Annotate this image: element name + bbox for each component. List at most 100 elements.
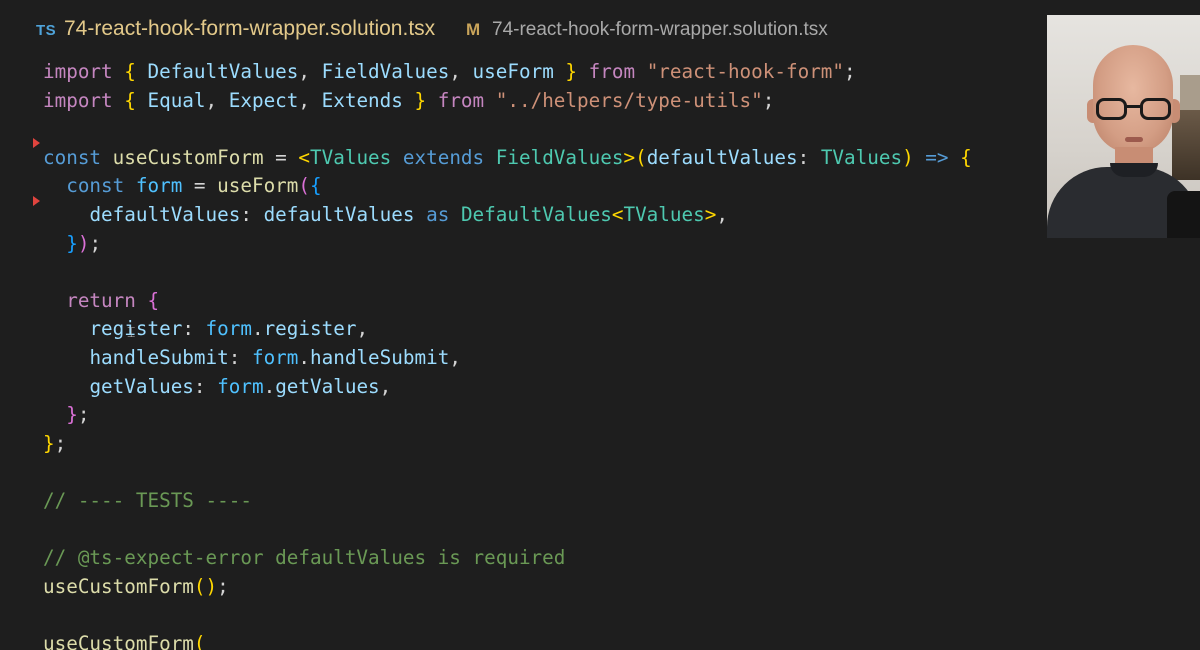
code-token: : (193, 374, 218, 398)
code-token: register (89, 317, 183, 341)
code-token: const (43, 145, 102, 169)
code-line[interactable]: import { DefaultValues, FieldValues, use… (43, 58, 856, 86)
code-token: // @ts-expect-error defaultValues is req… (43, 546, 566, 570)
code-token: useCustomForm (112, 145, 264, 169)
code-token: register (263, 317, 357, 341)
code-line[interactable]: }); (43, 230, 101, 258)
code-token: } (565, 60, 578, 83)
code-token: , (449, 60, 473, 83)
code-token: handleSubmit (310, 346, 450, 369)
code-token: : (240, 203, 264, 226)
code-token: "react-hook-form" (646, 60, 845, 83)
code-token: , (298, 60, 322, 83)
code-token: . (263, 374, 276, 398)
code-token: , (449, 346, 461, 369)
code-line[interactable]: useCustomForm(); (43, 573, 229, 601)
code-token: ) (77, 231, 90, 255)
code-line[interactable]: defaultValues: defaultValues as DefaultV… (43, 201, 728, 229)
code-token: useCustomForm (43, 574, 194, 598)
code-token: : (182, 317, 206, 341)
editor-tab-bar: TS 74-react-hook-form-wrapper.solution.t… (0, 0, 1200, 62)
code-token: "../helpers/type-utils" (495, 88, 763, 112)
code-token: import (43, 60, 113, 83)
code-token: > (623, 145, 636, 169)
code-token: } (414, 88, 427, 112)
code-token: getValues (275, 374, 380, 398)
code-token: ; (89, 231, 102, 255)
code-token: ( (298, 174, 311, 198)
code-token: ; (762, 88, 775, 112)
active-tab-filename[interactable]: 74-react-hook-form-wrapper.solution.tsx (64, 17, 435, 41)
fold-arrow-icon[interactable] (33, 196, 40, 206)
code-token: form (217, 374, 264, 398)
code-token: < (611, 203, 624, 226)
code-token: // ---- TESTS ---- (43, 489, 252, 512)
text-cursor-icon: ⌶ (127, 325, 136, 341)
code-token: useForm (217, 174, 299, 198)
code-token: : (228, 346, 252, 369)
code-token: TValues (310, 145, 392, 169)
code-token: DefaultValues (135, 60, 299, 83)
code-token: ( (193, 632, 206, 650)
code-token: , (716, 203, 728, 226)
code-token: FieldValues (321, 60, 450, 83)
code-token: form (135, 174, 183, 198)
code-line[interactable]: const useCustomForm = <TValues extends F… (43, 144, 972, 172)
code-token: () (193, 574, 218, 598)
code-token: => (913, 145, 961, 169)
code-line[interactable]: getValues: form.getValues, (43, 373, 391, 401)
modified-indicator: M (466, 20, 481, 39)
code-token: useForm (472, 60, 554, 83)
code-token: form (251, 346, 299, 369)
code-line[interactable]: }; (43, 430, 66, 458)
code-token: . (298, 346, 311, 369)
code-token: defaultValues (89, 203, 241, 226)
code-token: TValues (820, 145, 903, 169)
code-token: } (66, 231, 78, 255)
code-token: ; (54, 431, 67, 455)
breadcrumb[interactable]: 74-react-hook-form-wrapper.solution.tsx (492, 19, 828, 41)
code-token: Extends (321, 88, 403, 112)
code-token: from (426, 88, 485, 112)
code-token: { (124, 88, 136, 112)
code-line[interactable]: }; (43, 401, 89, 429)
code-line[interactable]: const form = useForm({ (43, 172, 321, 200)
code-token: defaultValues (263, 203, 415, 226)
code-token: useCustomForm (43, 632, 194, 650)
code-line[interactable]: // @ts-expect-error defaultValues is req… (43, 544, 565, 572)
code-token: = (263, 145, 299, 169)
code-token: ; (844, 60, 856, 83)
code-line[interactable]: register: form.register, (43, 315, 368, 343)
code-token: as (414, 203, 461, 226)
code-token: Equal (135, 88, 206, 112)
code-token: , (356, 317, 369, 341)
code-token: } (66, 403, 78, 427)
code-token: handleSubmit (89, 346, 229, 369)
code-token: > (704, 203, 717, 226)
code-line[interactable]: useCustomForm( (43, 630, 206, 650)
fold-arrow-icon[interactable] (33, 138, 40, 148)
code-editor[interactable]: import { DefaultValues, FieldValues, use… (0, 58, 1200, 650)
code-token: { (147, 288, 160, 312)
code-token: extends (391, 145, 496, 169)
code-token: { (960, 145, 972, 169)
code-line[interactable]: return { (43, 287, 159, 315)
code-token: < (298, 145, 311, 169)
code-token: form (205, 317, 252, 341)
code-line[interactable]: import { Equal, Expect, Extends } from "… (43, 87, 774, 115)
code-line[interactable]: // ---- TESTS ---- (43, 487, 252, 515)
code-token: , (298, 88, 322, 112)
code-line[interactable]: handleSubmit: form.handleSubmit, (43, 344, 461, 372)
code-token: , (205, 88, 229, 112)
